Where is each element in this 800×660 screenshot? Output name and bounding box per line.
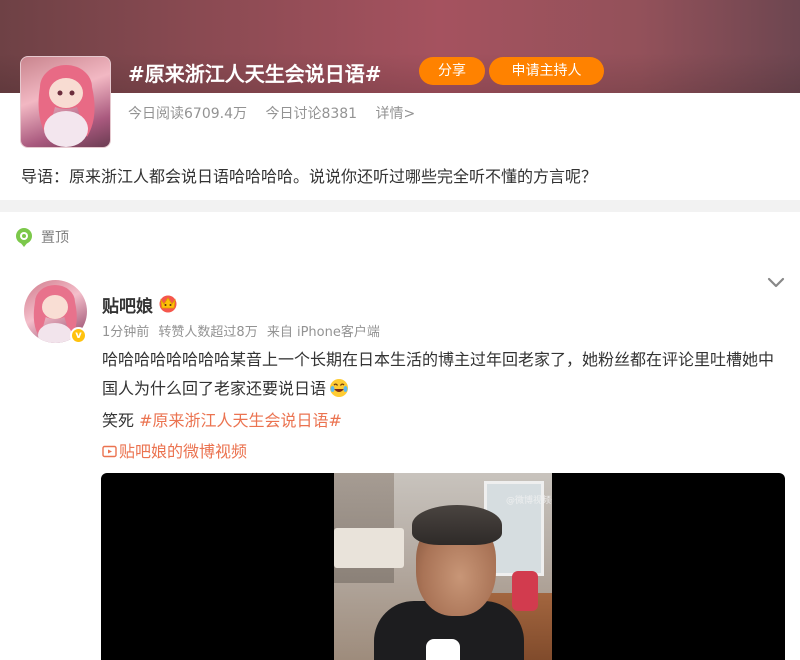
video-player[interactable]: @微博视频号 [101, 473, 785, 660]
crown-icon [159, 295, 177, 313]
topic-stats: 今日阅读6709.4万 今日讨论8381 详情> [128, 103, 429, 123]
chevron-down-icon[interactable] [766, 274, 786, 290]
share-button[interactable]: 分享 [419, 57, 485, 85]
topic-avatar[interactable] [20, 56, 111, 148]
post-time[interactable]: 1分钟前 [102, 325, 149, 340]
topic-banner [0, 0, 800, 93]
pinned-label: 置顶 [41, 230, 69, 246]
reads-count: 今日阅读6709.4万 [128, 106, 247, 122]
video-link-icon [102, 445, 117, 458]
post-text: 哈哈哈哈哈哈哈哈某音上一个长期在日本生活的博主过年回老家了，她粉丝都在评论里吐槽… [102, 345, 782, 403]
post-source: 来自 iPhone客户端 [266, 325, 380, 340]
video-logo [426, 639, 460, 660]
post-likes: 转赞人数超过8万 [158, 325, 258, 340]
laugh-cry-icon [330, 379, 349, 397]
topic-title: #原来浙江人天生会说日语# [128, 62, 382, 86]
details-link[interactable]: 详情> [376, 106, 416, 122]
post-text-prefix: 笑死 [102, 411, 140, 430]
section-divider [0, 200, 800, 212]
pin-icon [16, 228, 32, 247]
author-name[interactable]: 贴吧娘 [102, 292, 153, 317]
post-text-line2: 笑死 #原来浙江人天生会说日语# [102, 406, 342, 435]
apply-host-button[interactable]: 申请主持人 [489, 57, 604, 85]
post-hashtag-link[interactable]: #原来浙江人天生会说日语# [139, 411, 342, 430]
video-link-label: 贴吧娘的微博视频 [119, 442, 248, 461]
pinned-label-row: 置顶 [14, 226, 69, 248]
verified-badge-icon: v [70, 327, 87, 344]
video-link[interactable]: 贴吧娘的微博视频 [102, 437, 247, 466]
post-meta: 1分钟前 转赞人数超过8万 来自 iPhone客户端 [102, 321, 385, 340]
video-frame: @微博视频号 [334, 473, 552, 660]
post-body: 哈哈哈哈哈哈哈哈某音上一个长期在日本生活的博主过年回老家了，她粉丝都在评论里吐槽… [102, 350, 775, 398]
topic-intro: 导语：原来浙江人都会说日语哈哈哈哈。说说你还听过哪些完全听不懂的方言呢？ [21, 167, 598, 186]
discussion-count: 今日讨论8381 [265, 106, 358, 122]
video-watermark: @微博视频号 [506, 496, 552, 506]
